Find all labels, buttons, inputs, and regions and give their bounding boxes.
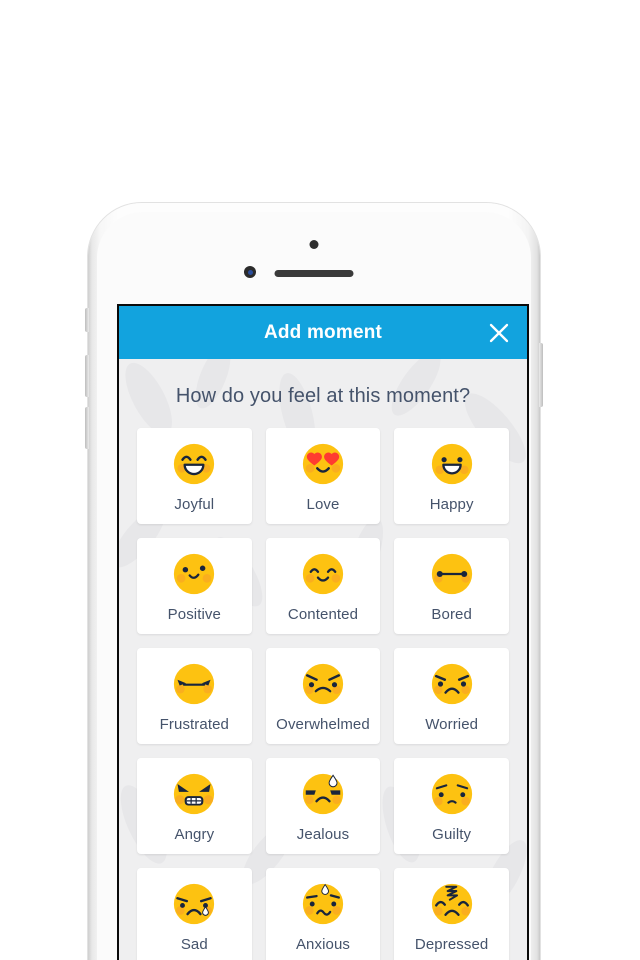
power-button[interactable] [539,343,543,407]
mood-label: Happy [429,496,474,513]
mood-tile-positive[interactable]: Positive [137,538,252,634]
front-camera-icon [244,266,256,278]
mood-label: Sad [180,936,208,953]
earpiece-speaker-icon [274,270,354,277]
sad-face-icon [174,883,215,925]
silent-switch[interactable] [85,308,89,332]
volume-up-button[interactable] [85,355,89,397]
mood-tile-worried[interactable]: Worried [394,648,509,744]
worried-face-icon [431,663,472,705]
proximity-sensor-icon [309,240,319,249]
mood-label: Joyful [174,496,215,513]
mood-tile-angry[interactable]: Angry [137,758,252,854]
depressed-face-icon [431,883,472,925]
mood-grid: Joyful Love Happy Positive Contented Bor… [119,428,527,960]
mood-tile-jealous[interactable]: Jealous [265,758,381,854]
contented-face-icon [302,553,344,595]
mood-tile-depressed[interactable]: Depressed [394,868,509,960]
mood-label: Bored [431,606,472,623]
mood-tile-guilty[interactable]: Guilty [394,758,509,854]
mood-tile-sad[interactable]: Sad [137,868,252,960]
app-header: Add moment [119,306,527,359]
mood-tile-joyful[interactable]: Joyful [137,428,252,524]
mood-label: Angry [174,826,215,843]
frustrated-face-icon [174,663,215,705]
phone-device-frame: Add moment How do you feel at this momen… [85,203,543,960]
phone-bezel: Add moment How do you feel at this momen… [97,212,531,960]
mood-tile-happy[interactable]: Happy [394,428,509,524]
mood-tile-frustrated[interactable]: Frustrated [137,648,252,744]
screenshot-canvas: Add moment How do you feel at this momen… [0,0,640,960]
mood-label: Frustrated [159,716,229,733]
overwhelmed-face-icon [302,663,344,705]
mood-label: Worried [425,716,479,733]
mood-label: Positive [167,606,221,623]
prompt-text: How do you feel at this moment? [175,385,471,407]
mood-label: Guilty [432,826,472,843]
mood-label: Jealous [296,826,350,843]
joyful-face-icon [174,443,215,485]
mood-label: Depressed [414,936,489,953]
love-face-icon [302,443,344,485]
mood-label: Contented [287,606,359,623]
mood-tile-anxious[interactable]: Anxious [265,868,381,960]
bored-face-icon [431,553,472,595]
mood-label: Overwhelmed [276,716,370,733]
jealous-face-icon [302,773,344,815]
volume-down-button[interactable] [85,407,89,449]
app-content: How do you feel at this moment? Joyful L… [119,359,527,960]
close-button[interactable] [485,319,513,347]
close-icon [489,323,509,342]
mood-tile-overwhelmed[interactable]: Overwhelmed [265,648,381,744]
mood-tile-love[interactable]: Love [265,428,381,524]
anxious-face-icon [302,883,344,925]
angry-face-icon [174,773,215,815]
mood-tile-bored[interactable]: Bored [394,538,509,634]
mood-tile-contented[interactable]: Contented [265,538,381,634]
mood-label: Love [306,496,340,513]
app-screen: Add moment How do you feel at this momen… [117,304,529,960]
page-title: Add moment [263,321,383,343]
guilty-face-icon [431,773,472,815]
mood-label: Anxious [295,936,351,953]
positive-face-icon [174,553,215,595]
happy-face-icon [431,443,472,485]
